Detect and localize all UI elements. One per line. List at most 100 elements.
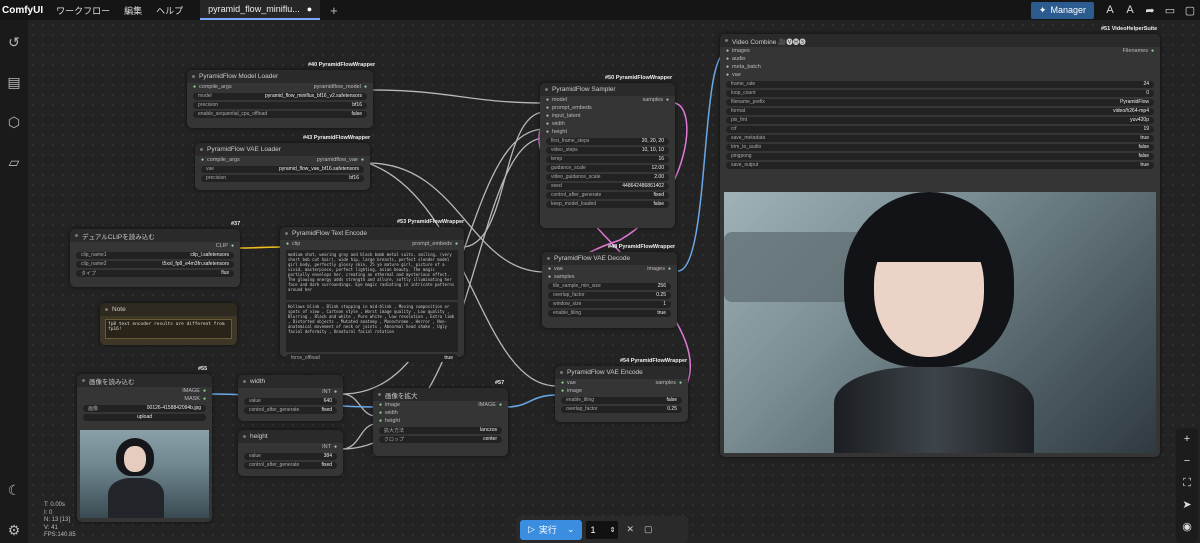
output-slot[interactable]: MASK (184, 396, 206, 402)
toggle-keep-model-loaded[interactable]: keep_model_loaded false (546, 200, 669, 208)
input-slot[interactable]: vae (548, 266, 563, 272)
input-slot[interactable]: image (561, 388, 582, 394)
output-slot[interactable]: images (647, 266, 671, 272)
settings-gear-icon[interactable]: ⚙ (4, 520, 24, 540)
window-icon[interactable]: ▢ (1180, 4, 1200, 17)
pyramidflow-vae-loader-node[interactable]: PyramidFlow VAE Loader compile_argspyram… (195, 143, 370, 190)
output-slot[interactable]: pyramidflow_vae (317, 157, 364, 163)
widget-overlap-factor[interactable]: overlap_factor 0.25 (561, 405, 682, 413)
fit-view-icon[interactable]: ⛶ (1176, 472, 1198, 494)
widget-precision[interactable]: precision bf16 (193, 101, 367, 109)
new-tab-button[interactable]: + (330, 3, 338, 18)
widget-filename-prefix[interactable]: filename_prefix PyramidFlow (726, 98, 1154, 106)
menu-workflow[interactable]: ワークフロー (49, 4, 117, 17)
video-combine-node[interactable]: Video Combine 🎥🅥🅗🅢 images Filenames audio… (720, 34, 1160, 457)
workflow-tab[interactable]: pyramid_flow_miniflu... ● (200, 0, 321, 20)
close-icon[interactable]: ✕ (626, 524, 634, 535)
widget-guidance-scale[interactable]: guidance_scale 12.00 (546, 164, 669, 172)
theme-moon-icon[interactable]: ☾ (4, 480, 24, 500)
width-primitive-node[interactable]: width INT value 640 control_after_generat… (238, 375, 343, 421)
widget-seed[interactable]: seed 448642486861402 (546, 182, 669, 190)
input-slot[interactable]: samples (548, 274, 574, 280)
output-video-preview[interactable] (724, 192, 1156, 453)
input-slot[interactable]: prompt_embeds (546, 105, 592, 111)
load-image-node[interactable]: 画像を読み込む IMAGE MASK 画像 00126-4158842094b.j… (77, 374, 212, 522)
widget-temp[interactable]: temp 16 (546, 155, 669, 163)
input-slot[interactable]: height (379, 418, 400, 424)
toggle-sequential-offload[interactable]: enable_sequential_cpu_offload false (193, 110, 367, 118)
input-slot[interactable]: compile_args (201, 157, 240, 163)
pyramidflow-text-encode-node[interactable]: PyramidFlow Text Encode clip prompt_embed… (280, 227, 464, 362)
note-node[interactable]: Note fp8 text encoder results are differ… (100, 303, 237, 345)
output-slot[interactable]: Filenames (1123, 48, 1154, 54)
output-slot[interactable]: IMAGE (182, 388, 206, 394)
layout-icon[interactable]: ▭ (1160, 4, 1180, 17)
input-slot[interactable]: height (546, 129, 567, 135)
input-slot[interactable]: clip (286, 241, 300, 247)
widget-precision[interactable]: precision bf16 (201, 174, 364, 182)
toggle-save-output[interactable]: save_output true (726, 161, 1154, 169)
pointer-icon[interactable]: ➤ (1176, 494, 1198, 516)
widget-loop-count[interactable]: loop_count 0 (726, 89, 1154, 97)
chevron-down-icon[interactable]: ⌄ (567, 524, 575, 535)
output-slot[interactable]: samples (655, 380, 682, 386)
input-slot[interactable]: audio (726, 56, 745, 62)
toggle-save-metadata[interactable]: save_metadata true (726, 134, 1154, 142)
menu-edit[interactable]: 編集 (117, 4, 149, 17)
widget-video-steps[interactable]: video_steps 10, 10, 10 (546, 146, 669, 154)
stop-icon[interactable]: ▢ (644, 524, 653, 535)
toggle-enable-tiling[interactable]: enable_tiling false (561, 396, 682, 404)
queue-icon[interactable]: ▤ (4, 72, 24, 92)
negative-prompt-textarea[interactable]: Hollows blink , Blink stopping in mid-bl… (286, 302, 458, 352)
menu-help[interactable]: ヘルプ (149, 4, 190, 17)
widget-model[interactable]: model pyramid_flow_miniflux_bf16_v2.safet… (193, 92, 367, 100)
widget-crop[interactable]: クロップ center (379, 435, 502, 443)
run-button[interactable]: ▷ 実行 ⌄ (520, 519, 583, 540)
output-slot[interactable]: IMAGE (478, 402, 502, 408)
input-slot[interactable]: model (546, 97, 567, 103)
widget-tile-sample-min-size[interactable]: tile_sample_min_size 256 (548, 282, 671, 290)
widget-frame-rate[interactable]: frame_rate 24 (726, 80, 1154, 88)
zoom-in-icon[interactable]: + (1176, 428, 1198, 450)
eye-icon[interactable]: ◉ (1176, 516, 1198, 538)
widget-clip-name1[interactable]: clip_name1 clip_l.safetensors (76, 251, 234, 259)
toggle-enable-tiling[interactable]: enable_tiling true (548, 309, 671, 317)
upload-button[interactable]: upload (83, 413, 206, 421)
widget-pix-fmt[interactable]: pix_fmt yuv420p (726, 116, 1154, 124)
share-icon[interactable]: ➦ (1140, 4, 1160, 17)
widget-control-after-generate[interactable]: control_after_generate fixed (546, 191, 669, 199)
input-slot[interactable]: vae (726, 72, 741, 78)
manager-button[interactable]: ✦ Manager (1030, 1, 1094, 19)
widget-crf[interactable]: crf 19 (726, 125, 1154, 133)
widget-video-guidance-scale[interactable]: video_guidance_scale 2.00 (546, 173, 669, 181)
input-slot[interactable]: image (379, 402, 400, 408)
pyramidflow-model-loader-node[interactable]: PyramidFlow Model Loader compile_argspyr… (187, 70, 373, 128)
toggle-trim-to-audio[interactable]: trim_to_audio false (726, 143, 1154, 151)
history-icon[interactable]: ↺ (4, 32, 24, 52)
widget-type[interactable]: タイプ flux (76, 269, 234, 277)
widget-value[interactable]: value 640 (244, 397, 337, 405)
translate-alt-icon[interactable]: A (1120, 4, 1140, 16)
widget-image-file[interactable]: 画像 00126-4158842094b.jpg (83, 404, 206, 412)
widget-window-size[interactable]: window_size 1 (548, 300, 671, 308)
positive-prompt-textarea[interactable]: medium shot, wearing gray and black bomb… (286, 250, 458, 300)
toggle-pingpong[interactable]: pingpong false (726, 152, 1154, 160)
pyramidflow-vae-encode-node[interactable]: PyramidFlow VAE Encode vaesamples image … (555, 366, 688, 422)
translate-icon[interactable]: A (1100, 4, 1120, 16)
note-text[interactable]: fp8 text encoder results are different f… (105, 319, 232, 339)
input-slot[interactable]: input_latent (546, 113, 580, 119)
input-slot[interactable]: width (546, 121, 565, 127)
workflows-folder-icon[interactable]: ▱ (4, 152, 24, 172)
stepper-icon[interactable]: ⇕ (610, 526, 616, 534)
widget-control-after-generate[interactable]: control_after_generate fixed (244, 461, 337, 469)
input-slot[interactable]: compile_args (193, 84, 232, 90)
output-slot[interactable]: pyramidflow_model (314, 84, 367, 90)
widget-upscale-method[interactable]: 拡大方法 lanczos (379, 426, 502, 434)
input-slot[interactable]: meta_batch (726, 64, 761, 70)
pyramidflow-sampler-node[interactable]: PyramidFlow Sampler model samples prompt_… (540, 83, 675, 228)
output-slot[interactable]: CLIP (216, 243, 234, 249)
dual-clip-loader-node[interactable]: デュアルCLIPを読み込む CLIP clip_name1 clip_l.safe… (70, 229, 240, 287)
widget-clip-name2[interactable]: clip_name2 t5xxl_fp8_e4m3fn.safetensors (76, 260, 234, 268)
pyramidflow-vae-decode-node[interactable]: PyramidFlow VAE Decode vae images samples… (542, 252, 677, 328)
widget-vae[interactable]: vae pyramid_flow_vae_bf16.safetensors (201, 165, 364, 173)
